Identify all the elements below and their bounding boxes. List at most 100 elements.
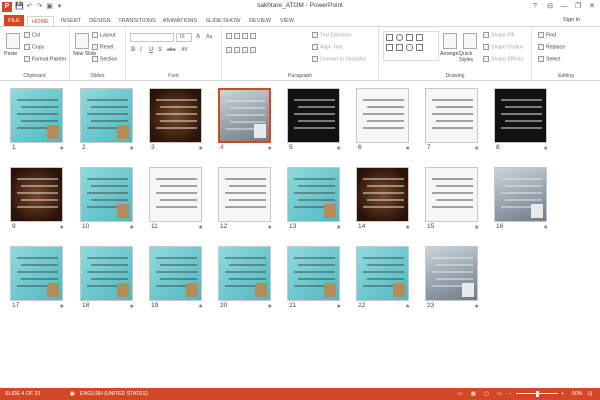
bullets-button[interactable]	[226, 33, 258, 39]
italic-button[interactable]: I	[140, 47, 142, 53]
rounded-rect-shape-icon[interactable]	[406, 44, 413, 51]
transition-star-icon[interactable]: ★	[267, 303, 272, 310]
slideshow-view-icon[interactable]: ▭	[497, 388, 502, 400]
spell-check-icon[interactable]: ▣	[70, 388, 75, 400]
shape-effects-button[interactable]: Shape Effects	[483, 56, 523, 62]
triangle-shape-icon[interactable]	[386, 44, 393, 51]
fit-to-window-icon[interactable]: ⊡	[588, 388, 592, 400]
slide-thumbnail[interactable]	[149, 246, 202, 301]
transition-star-icon[interactable]: ★	[336, 224, 341, 231]
slide-sorter[interactable]: 1 ★ 2 ★ 3 ★ 4 ★ 5 ★ 6 ★ 7 ★ 8 ★ 9 ★ 10 ★ 11 ★ 12 ★ 13 ★ 14 ★ 15 ★ 16 ★ 1…	[0, 82, 600, 388]
reset-button[interactable]: Reset	[92, 44, 114, 50]
slide-thumbnail[interactable]	[494, 167, 547, 222]
shapes-gallery[interactable]	[383, 31, 439, 61]
new-slide-icon[interactable]	[75, 33, 89, 49]
star-shape-icon[interactable]	[416, 44, 423, 51]
transition-star-icon[interactable]: ★	[59, 303, 64, 310]
slide-thumbnail[interactable]	[10, 167, 63, 222]
layout-button[interactable]: Layout	[92, 32, 116, 38]
ribbon-display-options-button[interactable]: ⊟	[543, 0, 557, 13]
slide-thumbnail[interactable]	[218, 88, 271, 143]
arrow-shape-icon[interactable]	[416, 34, 423, 41]
change-case-button[interactable]: Aa	[206, 34, 212, 40]
transition-star-icon[interactable]: ★	[543, 145, 548, 152]
section-button[interactable]: Section	[92, 56, 117, 62]
arrange-icon[interactable]	[443, 33, 457, 49]
slide-thumbnail[interactable]	[10, 246, 63, 301]
slide-thumbnail[interactable]	[425, 246, 478, 301]
arrange-button[interactable]: Arrange	[440, 51, 458, 57]
transition-star-icon[interactable]: ★	[405, 145, 410, 152]
slide-thumbnail[interactable]	[80, 88, 133, 143]
slide-thumbnail[interactable]	[80, 167, 133, 222]
slide-thumbnail[interactable]	[10, 88, 63, 143]
quick-styles-icon[interactable]	[463, 33, 477, 49]
transition-star-icon[interactable]: ★	[129, 224, 134, 231]
slide-thumbnail[interactable]	[218, 246, 271, 301]
zoom-in-button[interactable]: +	[561, 388, 564, 400]
transition-star-icon[interactable]: ★	[267, 145, 272, 152]
slide-sorter-view-icon[interactable]: ▦	[471, 388, 476, 400]
strikethrough-button[interactable]: abc	[167, 47, 176, 53]
reading-view-icon[interactable]: ▢	[484, 388, 489, 400]
slide-thumbnail[interactable]	[425, 167, 478, 222]
rectangle-shape-icon[interactable]	[386, 34, 393, 41]
find-button[interactable]: Find	[538, 32, 556, 38]
slide-thumbnail[interactable]	[149, 88, 202, 143]
zoom-slider-thumb[interactable]	[536, 391, 539, 397]
slide-thumbnail[interactable]	[425, 88, 478, 143]
slide-thumbnail[interactable]	[80, 246, 133, 301]
font-size-box[interactable]: 18	[176, 33, 192, 42]
underline-button[interactable]: U	[149, 47, 153, 53]
minimize-button[interactable]: —	[557, 0, 571, 13]
textbox-shape-icon[interactable]	[396, 44, 403, 51]
alignment-buttons[interactable]	[226, 47, 258, 53]
transition-star-icon[interactable]: ★	[129, 303, 134, 310]
close-button[interactable]: ✕	[585, 0, 599, 13]
convert-smartart-button[interactable]: Convert to SmartArt	[312, 56, 366, 62]
transition-star-icon[interactable]: ★	[405, 224, 410, 231]
slide-thumbnail[interactable]	[287, 167, 340, 222]
slide-thumbnail[interactable]	[356, 88, 409, 143]
transition-star-icon[interactable]: ★	[474, 303, 479, 310]
line-shape-icon[interactable]	[406, 34, 413, 41]
transition-star-icon[interactable]: ★	[267, 224, 272, 231]
sign-in-link[interactable]: Sign in	[563, 17, 580, 23]
help-button[interactable]: ?	[528, 0, 542, 13]
select-button[interactable]: Select	[538, 56, 560, 62]
transition-star-icon[interactable]: ★	[59, 224, 64, 231]
transition-star-icon[interactable]: ★	[129, 145, 134, 152]
bold-button[interactable]: B	[131, 47, 135, 53]
normal-view-icon[interactable]: ▭	[458, 388, 463, 400]
slide-thumbnail[interactable]	[356, 246, 409, 301]
shape-outline-button[interactable]: Shape Outline	[483, 44, 524, 50]
slide-thumbnail[interactable]	[494, 88, 547, 143]
transition-star-icon[interactable]: ★	[198, 224, 203, 231]
shadow-button[interactable]: S	[158, 47, 162, 53]
transition-star-icon[interactable]: ★	[336, 145, 341, 152]
grow-font-button[interactable]: A	[196, 34, 200, 40]
slide-thumbnail[interactable]	[287, 88, 340, 143]
maximize-button[interactable]: ❐	[571, 0, 585, 13]
transition-star-icon[interactable]: ★	[474, 224, 479, 231]
text-direction-button[interactable]: Text Direction	[312, 32, 351, 38]
replace-button[interactable]: Replace	[538, 44, 565, 50]
slide-thumbnail[interactable]	[356, 167, 409, 222]
slide-thumbnail[interactable]	[218, 167, 271, 222]
slide-thumbnail[interactable]	[287, 246, 340, 301]
zoom-out-button[interactable]: −	[508, 388, 511, 400]
cut-button[interactable]: Cut	[24, 32, 40, 38]
transition-star-icon[interactable]: ★	[59, 145, 64, 152]
transition-star-icon[interactable]: ★	[336, 303, 341, 310]
transition-star-icon[interactable]: ★	[405, 303, 410, 310]
transition-star-icon[interactable]: ★	[198, 145, 203, 152]
zoom-level[interactable]: 50%	[572, 388, 582, 400]
slide-thumbnail[interactable]	[149, 167, 202, 222]
quick-styles-button[interactable]: Quick Styles	[459, 51, 485, 63]
transition-star-icon[interactable]: ★	[543, 224, 548, 231]
oval-shape-icon[interactable]	[396, 34, 403, 41]
paste-button[interactable]: Paste	[4, 51, 17, 57]
align-text-button[interactable]: Align Text	[312, 44, 342, 50]
format-painter-button[interactable]: Format Painter	[24, 56, 66, 62]
character-spacing-button[interactable]: AV	[181, 47, 188, 53]
